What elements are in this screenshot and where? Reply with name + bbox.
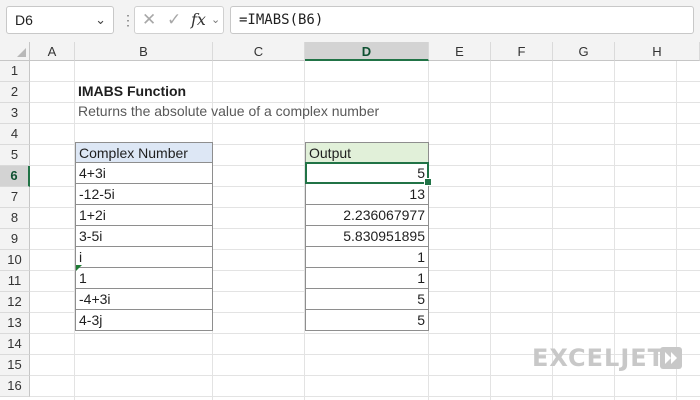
gridline [30, 396, 700, 397]
row-header-1[interactable]: 1 [0, 61, 30, 82]
row-header-9[interactable]: 9 [0, 229, 30, 250]
row-header-15[interactable]: 15 [0, 355, 30, 376]
input-cell[interactable]: -4+3i [75, 288, 213, 310]
column-header-f[interactable]: F [491, 42, 553, 61]
row-header-16[interactable]: 16 [0, 376, 30, 397]
input-cell[interactable]: 1+2i [75, 204, 213, 226]
chevron-down-icon[interactable]: ⌄ [95, 7, 106, 33]
sheet-subtitle: Returns the absolute value of a complex … [78, 103, 380, 119]
fill-handle[interactable] [424, 178, 432, 186]
row-header-12[interactable]: 12 [0, 292, 30, 313]
logo-mark-icon [660, 347, 682, 369]
output-cell[interactable]: 5.830951895 [305, 225, 429, 247]
name-box-value: D6 [15, 12, 33, 28]
row-header-10[interactable]: 10 [0, 250, 30, 271]
row-header-2[interactable]: 2 [0, 82, 30, 103]
formula-bar-area: D6 ⌄ ⋮ ✕ ✓ fx ⌄ =IMABS(B6) [0, 0, 700, 42]
row-header-5[interactable]: 5 [0, 145, 30, 166]
input-cell[interactable]: -12-5i [75, 183, 213, 205]
row-header-4[interactable]: 4 [0, 124, 30, 145]
gridline [30, 123, 700, 124]
row-header-8[interactable]: 8 [0, 208, 30, 229]
output-cell[interactable]: 13 [305, 183, 429, 205]
column-header-c[interactable]: C [213, 42, 305, 61]
separator-dots-icon: ⋮ [121, 12, 135, 28]
column-header-b[interactable]: B [75, 42, 213, 61]
row-header-14[interactable]: 14 [0, 334, 30, 355]
cancel-icon[interactable]: ✕ [142, 7, 156, 33]
output-cell[interactable]: 1 [305, 246, 429, 268]
input-cell[interactable]: i [75, 246, 213, 268]
name-box[interactable]: D6 ⌄ [6, 6, 114, 34]
input-cell[interactable]: 3-5i [75, 225, 213, 247]
output-cell-selected[interactable]: 5 [305, 162, 429, 184]
column-header-h[interactable]: H [615, 42, 700, 61]
row-header-3[interactable]: 3 [0, 103, 30, 124]
exceljet-logo: EXCELJET [532, 344, 666, 372]
output-header[interactable]: Output [305, 142, 429, 163]
error-indicator-icon[interactable] [76, 265, 82, 271]
formula-input[interactable]: =IMABS(B6) [230, 6, 694, 34]
output-cell[interactable]: 5 [305, 309, 429, 331]
column-header-e[interactable]: E [429, 42, 491, 61]
column-header-g[interactable]: G [553, 42, 615, 61]
output-cell[interactable]: 1 [305, 267, 429, 289]
output-cell[interactable]: 5 [305, 288, 429, 310]
chevron-down-icon[interactable]: ⌄ [211, 7, 220, 33]
gridline [30, 333, 700, 334]
gridline [30, 375, 700, 376]
gridline [490, 61, 491, 400]
row-header-6[interactable]: 6 [0, 166, 30, 187]
column-header-d[interactable]: D [305, 42, 429, 61]
input-header[interactable]: Complex Number [75, 142, 213, 163]
formula-buttons: ✕ ✓ fx ⌄ [134, 6, 224, 34]
sheet-title: IMABS Function [78, 83, 187, 99]
input-cell[interactable]: 1 [75, 267, 213, 289]
output-cell[interactable]: 2.236067977 [305, 204, 429, 226]
input-cell[interactable]: 4+3i [75, 162, 213, 184]
column-header-a[interactable]: A [30, 42, 75, 61]
insert-function-icon[interactable]: fx [191, 7, 206, 33]
row-header-11[interactable]: 11 [0, 271, 30, 292]
row-header-13[interactable]: 13 [0, 313, 30, 334]
input-cell[interactable]: 4-3j [75, 309, 213, 331]
select-all-button[interactable] [0, 42, 30, 61]
row-header-7[interactable]: 7 [0, 187, 30, 208]
confirm-check-icon[interactable]: ✓ [167, 7, 181, 33]
